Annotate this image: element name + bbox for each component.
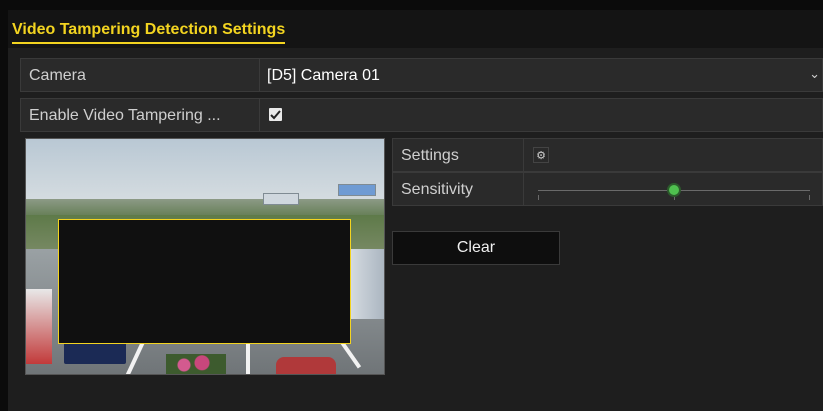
preview-billboard xyxy=(338,184,376,196)
divider xyxy=(259,59,260,91)
sensitivity-label: Sensitivity xyxy=(401,181,474,198)
divider xyxy=(259,99,260,131)
clear-button[interactable]: Clear xyxy=(392,231,560,265)
checkmark-icon xyxy=(270,109,281,119)
page-title: Video Tampering Detection Settings xyxy=(12,21,286,44)
settings-panel: Video Tampering Detection Settings Camer… xyxy=(8,10,823,411)
camera-preview[interactable] xyxy=(25,138,385,375)
preview-flowers xyxy=(166,354,226,374)
preview-truck xyxy=(348,249,384,319)
divider xyxy=(523,173,524,205)
gear-icon[interactable]: ⚙ xyxy=(533,147,549,163)
tampering-area-box[interactable] xyxy=(58,219,351,344)
preview-car xyxy=(276,357,336,374)
settings-label: Settings xyxy=(401,147,459,164)
slider-tick xyxy=(809,195,810,200)
chevron-down-icon[interactable]: ⌄ xyxy=(809,66,820,82)
enable-checkbox[interactable] xyxy=(269,108,282,121)
camera-row: Camera [D5] Camera 01 ⌄ xyxy=(20,58,823,92)
preview-bus xyxy=(26,289,52,364)
camera-label: Camera xyxy=(29,67,86,84)
camera-select[interactable]: [D5] Camera 01 xyxy=(267,67,380,85)
slider-thumb[interactable] xyxy=(669,185,679,195)
sensitivity-row: Sensitivity xyxy=(392,172,823,206)
settings-row: Settings ⚙ xyxy=(392,138,823,172)
divider xyxy=(523,139,524,171)
enable-label: Enable Video Tampering ... xyxy=(29,107,221,124)
title-bar: Video Tampering Detection Settings xyxy=(8,10,823,48)
enable-row: Enable Video Tampering ... xyxy=(20,98,823,132)
preview-billboard xyxy=(263,193,299,205)
slider-tick xyxy=(538,195,539,200)
slider-tick xyxy=(674,195,675,200)
